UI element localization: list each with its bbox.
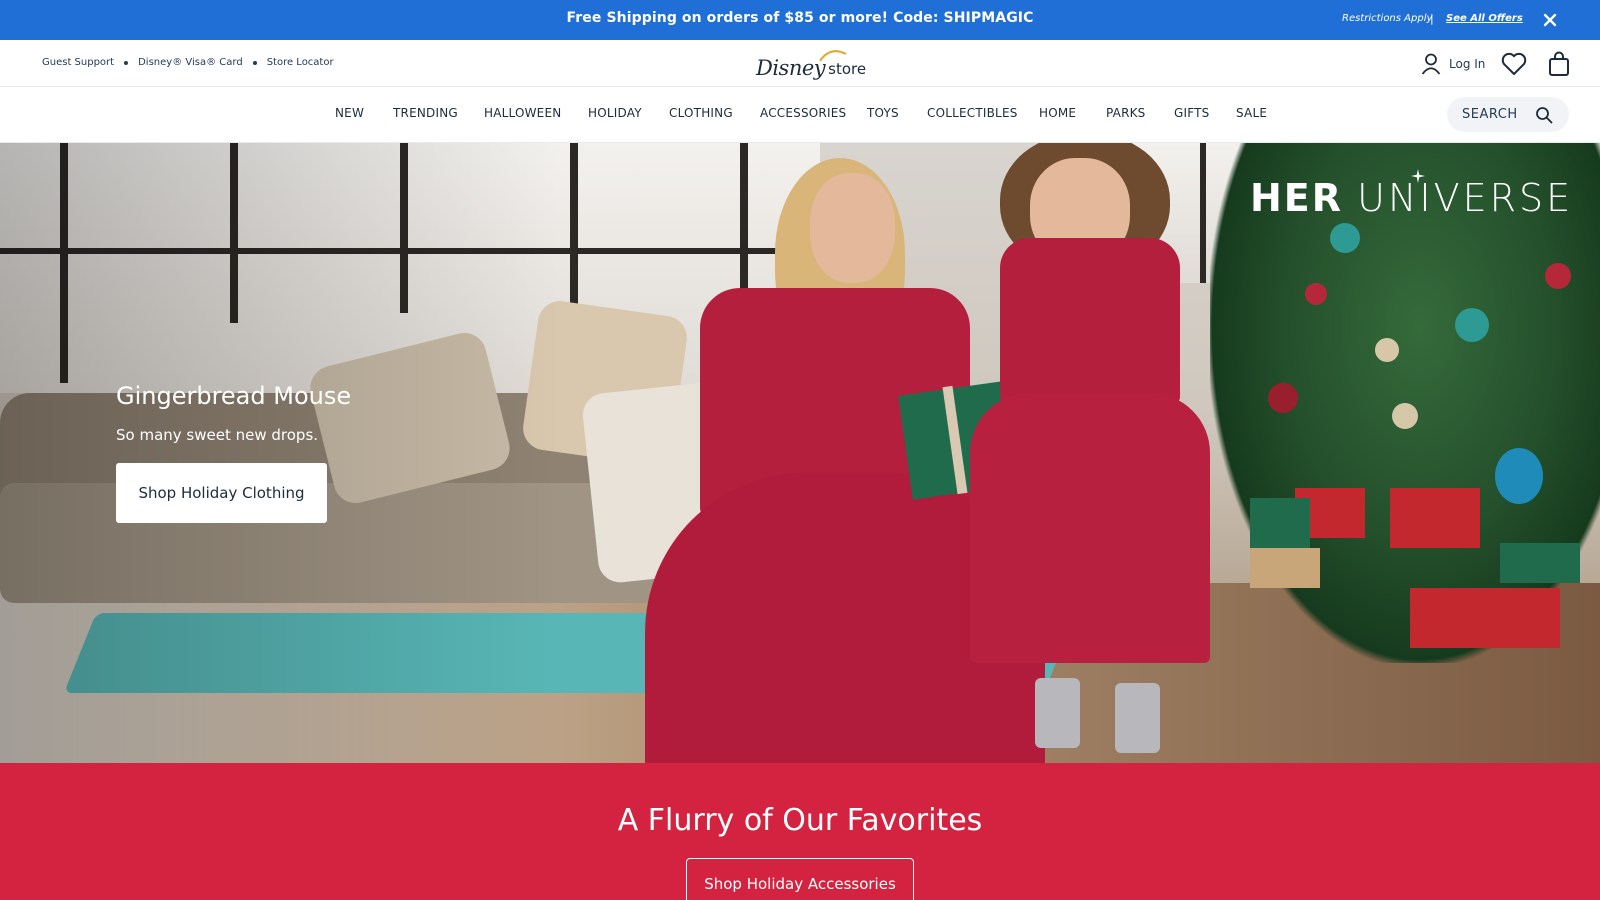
hero-text-shade: [0, 143, 560, 763]
hero-banner[interactable]: HER UNIVERSE Gingerbread Mouse So many s…: [0, 143, 1600, 763]
search-label: SEARCH: [1462, 107, 1518, 122]
nav-clothing[interactable]: CLOTHING: [669, 106, 733, 120]
bag-icon[interactable]: [1548, 51, 1570, 81]
heart-icon[interactable]: [1501, 52, 1527, 80]
user-icon: [1421, 53, 1441, 75]
hero-subtitle: So many sweet new drops.: [116, 426, 319, 444]
shop-holiday-accessories-button[interactable]: Shop Holiday Accessories: [686, 858, 914, 900]
nav-gifts[interactable]: GIFTS: [1174, 106, 1209, 120]
log-in-label: Log In: [1449, 57, 1486, 71]
store-locator-link[interactable]: Store Locator: [267, 57, 334, 68]
nav-trending[interactable]: TRENDING: [393, 106, 458, 120]
search-icon: [1536, 107, 1553, 124]
link-separator-dot: [252, 60, 257, 65]
hero-title: Gingerbread Mouse: [116, 382, 352, 410]
promo-separator: |: [1430, 12, 1434, 25]
logo-arc-icon: [819, 50, 847, 62]
promo-banner: Free Shipping on orders of $85 or more! …: [0, 0, 1600, 40]
logo-store-text: store: [828, 60, 867, 78]
nav-collectibles[interactable]: COLLECTIBLES: [927, 106, 1018, 120]
nav-parks[interactable]: PARKS: [1106, 106, 1146, 120]
utility-header: Guest Support Disney® Visa® Card Store L…: [0, 40, 1600, 87]
favorites-section: A Flurry of Our Favorites Shop Holiday A…: [0, 763, 1600, 900]
disney-visa-card-link[interactable]: Disney® Visa® Card: [138, 57, 243, 68]
close-icon[interactable]: [1540, 10, 1560, 30]
nav-new[interactable]: NEW: [335, 106, 364, 120]
guest-support-link[interactable]: Guest Support: [42, 57, 114, 68]
nav-home[interactable]: HOME: [1039, 106, 1076, 120]
nav-accessories[interactable]: ACCESSORIES: [760, 106, 846, 120]
log-in-button[interactable]: Log In: [1421, 53, 1485, 75]
restrictions-apply-text: Restrictions Apply: [1342, 13, 1433, 24]
nav-sale[interactable]: SALE: [1236, 106, 1267, 120]
nav-halloween[interactable]: HALLOWEEN: [484, 106, 561, 120]
search-button[interactable]: SEARCH: [1447, 97, 1569, 132]
favorites-title: A Flurry of Our Favorites: [617, 803, 983, 838]
nav-holiday[interactable]: HOLIDAY: [588, 106, 642, 120]
link-separator-dot: [124, 60, 129, 65]
main-navigation: NEW TRENDING HALLOWEEN HOLIDAY CLOTHING …: [0, 87, 1600, 143]
nav-toys[interactable]: TOYS: [867, 106, 899, 120]
logo-disney-text: Disney: [756, 56, 826, 80]
shop-holiday-clothing-button[interactable]: Shop Holiday Clothing: [116, 463, 327, 523]
utility-links: Guest Support Disney® Visa® Card Store L…: [42, 57, 334, 68]
see-all-offers-link[interactable]: See All Offers: [1446, 13, 1523, 24]
disney-store-logo[interactable]: Disney store: [756, 48, 866, 80]
sparkle-icon: [1411, 169, 1425, 183]
